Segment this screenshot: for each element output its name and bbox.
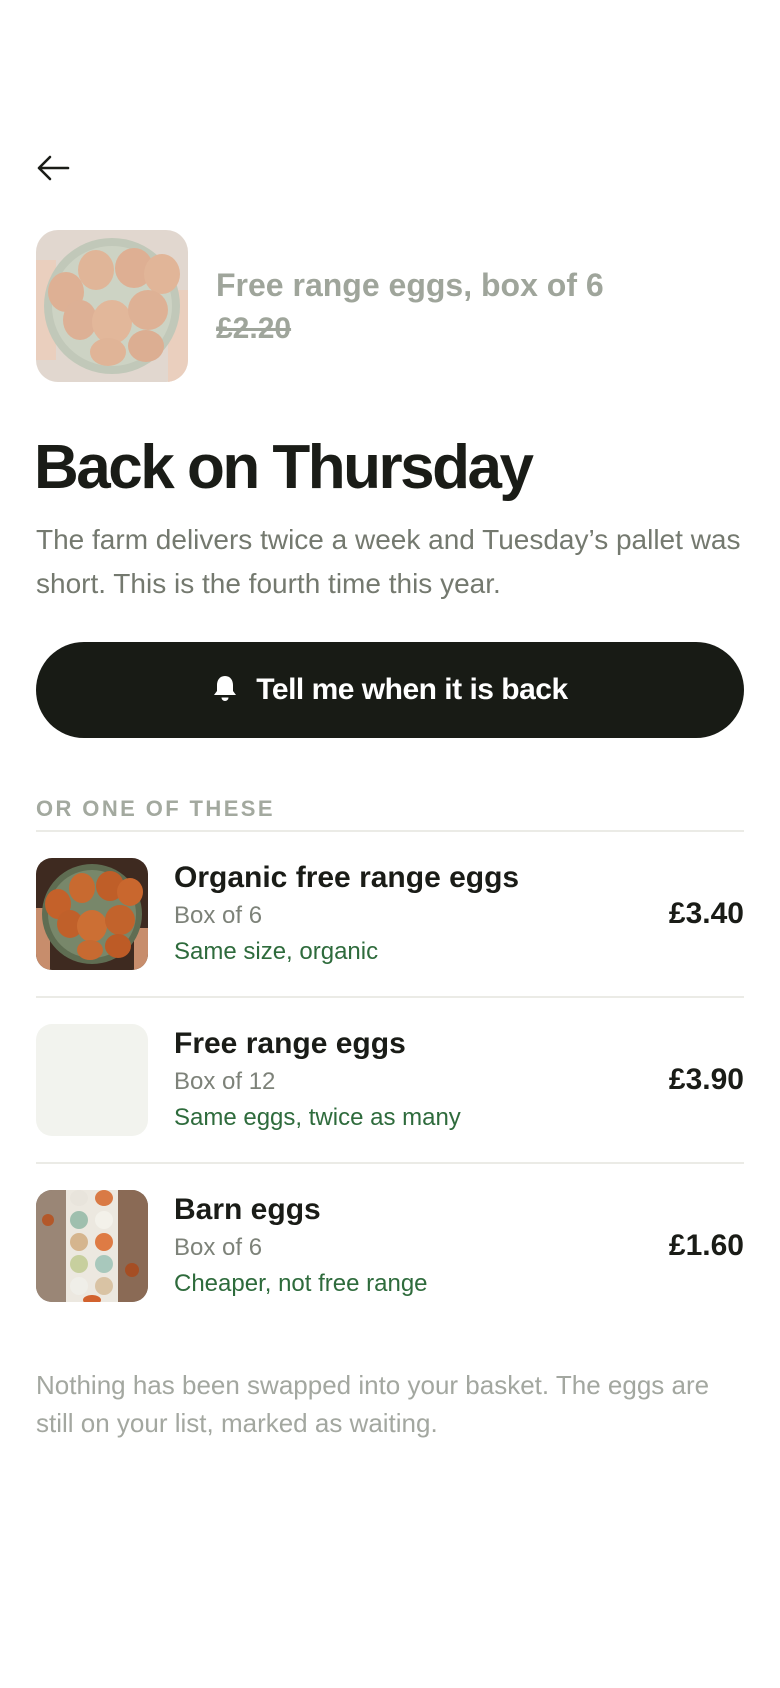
product-old-price: £2.20 (216, 312, 292, 345)
description: The farm delivers twice a week and Tuesd… (36, 524, 741, 599)
item-note: Same eggs, twice as many (174, 1104, 461, 1131)
item-image (36, 1190, 148, 1302)
list-item[interactable]: Free range eggs Box of 12 Same eggs, twi… (36, 996, 744, 1162)
item-image-placeholder (36, 1024, 148, 1136)
product-image (36, 230, 188, 382)
list-item[interactable]: Barn eggs Box of 6 Cheaper, not free ran… (36, 1162, 744, 1328)
item-name: Barn eggs (174, 1193, 321, 1226)
item-note: Cheaper, not free range (174, 1270, 428, 1297)
item-size: Box of 12 (174, 1068, 276, 1095)
alternatives-list: Organic free range eggs Box of 6 Same si… (36, 830, 744, 1328)
page-title: Back on Thursday (34, 433, 534, 502)
notify-button[interactable]: Tell me when it is back (36, 642, 744, 738)
footnote: Nothing has been swapped into your baske… (36, 1370, 710, 1438)
item-price: £3.90 (668, 1063, 744, 1096)
notify-button-label: Tell me when it is back (256, 673, 568, 706)
list-item[interactable]: Organic free range eggs Box of 6 Same si… (36, 830, 744, 996)
item-size: Box of 6 (174, 1234, 263, 1261)
arrow-left-icon (36, 154, 70, 187)
item-name: Free range eggs (174, 1027, 406, 1060)
item-name: Organic free range eggs (174, 861, 520, 894)
item-price: £3.40 (668, 897, 744, 930)
product-title: Free range eggs, box of 6 (216, 267, 604, 303)
item-note: Same size, organic (174, 938, 379, 965)
bell-icon (212, 674, 238, 707)
unavailable-product: Free range eggs, box of 6 £2.20 (36, 230, 604, 382)
item-size: Box of 6 (174, 902, 263, 929)
back-button[interactable] (36, 148, 92, 192)
alternatives-heading: OR ONE OF THESE (36, 796, 275, 821)
item-price: £1.60 (668, 1229, 744, 1262)
item-image (36, 858, 148, 970)
